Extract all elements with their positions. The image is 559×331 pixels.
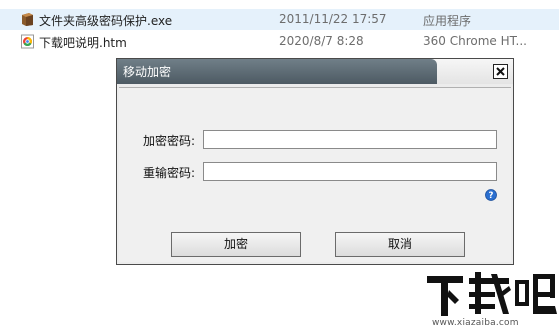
cancel-button[interactable]: 取消 bbox=[335, 232, 465, 257]
close-button[interactable] bbox=[493, 64, 508, 79]
confirm-password-label: 重输密码: bbox=[143, 166, 196, 180]
file-name: 下载吧说明.htm bbox=[39, 36, 127, 50]
dialog-titlebar[interactable]: 移动加密 bbox=[117, 59, 513, 84]
dialog-title: 移动加密 bbox=[123, 65, 172, 79]
svg-text:?: ? bbox=[489, 191, 494, 201]
dialog-body: 加密密码: 重输密码: ? 加密 取消 bbox=[119, 87, 511, 262]
help-icon[interactable]: ? bbox=[485, 189, 497, 201]
file-row-exe[interactable]: 文件夹高级密码保护.exe 2011/11/22 17:57 应用程序 bbox=[0, 9, 559, 30]
file-name: 文件夹高级密码保护.exe bbox=[39, 14, 173, 28]
file-type: 应用程序 bbox=[423, 14, 472, 28]
title-tab: 移动加密 bbox=[117, 59, 437, 84]
file-row-htm[interactable]: 下载吧说明.htm 2020/8/7 8:28 360 Chrome HT... bbox=[0, 31, 559, 52]
file-date: 2011/11/22 17:57 bbox=[279, 12, 387, 26]
file-date: 2020/8/7 8:28 bbox=[279, 34, 364, 48]
close-icon bbox=[496, 67, 505, 76]
move-encrypt-dialog: 移动加密 加密密码: 重输密码: ? 加密 取消 bbox=[116, 58, 514, 265]
exe-file-icon bbox=[22, 13, 33, 26]
chrome-html-file-icon bbox=[21, 34, 34, 49]
password-label: 加密密码: bbox=[143, 134, 196, 148]
file-type: 360 Chrome HT... bbox=[423, 34, 527, 48]
password-input[interactable] bbox=[203, 130, 497, 149]
watermark-url: www.xiazaiba.com bbox=[432, 318, 519, 328]
confirm-password-input[interactable] bbox=[203, 162, 497, 181]
encrypt-button[interactable]: 加密 bbox=[171, 232, 301, 257]
